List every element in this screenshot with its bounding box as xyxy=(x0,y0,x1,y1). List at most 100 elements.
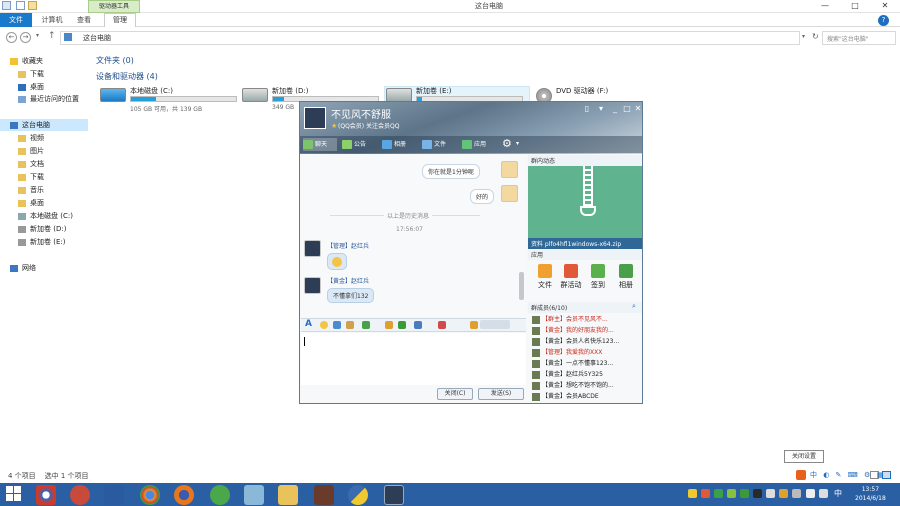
nav-drive-d[interactable]: 新加卷 (D:) xyxy=(18,223,66,235)
tab-computer[interactable]: 计算机 xyxy=(38,13,66,27)
nav-desktop[interactable]: 桌面 xyxy=(18,81,44,93)
my-avatar[interactable] xyxy=(501,161,518,178)
python-icon[interactable] xyxy=(348,485,368,505)
close-chat-button[interactable]: 关闭(C) xyxy=(437,388,473,400)
send-button[interactable]: 发送(S) xyxy=(478,388,524,400)
up-button[interactable]: ↑ xyxy=(48,31,56,41)
shake-icon[interactable] xyxy=(333,321,341,329)
nav-network[interactable]: 网络 xyxy=(10,262,36,274)
member-item[interactable]: 【黄金】赵红兵5Y325 xyxy=(532,369,636,380)
member-item[interactable]: 【黄金】想吃不饱不饱的... xyxy=(532,380,636,391)
tab-file[interactable]: 文件 xyxy=(0,13,32,27)
qq-tab-chat[interactable]: 聊天 xyxy=(303,138,337,151)
nav-downloads-pc[interactable]: 下载 xyxy=(18,171,44,183)
forward-button[interactable]: → xyxy=(20,32,31,43)
member-item[interactable]: 【黄金】一点不懂事123... xyxy=(532,358,636,369)
taskbar-app-icon[interactable] xyxy=(104,485,124,505)
app-activity[interactable]: 群活动 xyxy=(558,264,584,290)
image-icon[interactable] xyxy=(398,321,406,329)
qq-tab-album[interactable]: 相册 xyxy=(382,138,416,151)
recent-locations-icon[interactable]: ▾ xyxy=(36,32,39,39)
group-avatar[interactable] xyxy=(304,107,326,129)
tray-icon[interactable] xyxy=(753,489,762,498)
qq-close-button[interactable]: ✕ xyxy=(633,104,642,114)
taskbar-app-icon[interactable] xyxy=(210,485,230,505)
chrome-icon[interactable] xyxy=(140,485,160,505)
gift-icon[interactable] xyxy=(438,321,446,329)
taskbar-app-icon[interactable] xyxy=(314,485,334,505)
qq-tab-files[interactable]: 文件 xyxy=(422,138,456,151)
speaker-icon[interactable] xyxy=(792,489,801,498)
member-item[interactable]: 【黄金】会员人名快乐123... xyxy=(532,336,636,347)
system-clock[interactable]: 13:57 2014/6/18 xyxy=(855,485,886,503)
nav-favorites[interactable]: 收藏夹 xyxy=(10,55,43,67)
tray-icon[interactable] xyxy=(779,489,788,498)
tray-icon[interactable] xyxy=(688,489,697,498)
group-devices[interactable]: 设备和驱动器 (4) xyxy=(96,71,158,82)
chevron-down-icon[interactable]: ▾ xyxy=(516,140,519,147)
tray-icon[interactable] xyxy=(740,489,749,498)
nav-videos[interactable]: 视频 xyxy=(18,132,44,144)
member-item[interactable]: 【管理】我爱我的XXX xyxy=(532,347,636,358)
member-item[interactable]: 【黄金】我的好朋友我的... xyxy=(532,325,636,336)
sender-name[interactable]: 【管理】赵红兵 xyxy=(327,241,369,250)
file-explorer-icon[interactable] xyxy=(278,485,298,505)
nav-pictures[interactable]: 图片 xyxy=(18,145,44,157)
tray-icon[interactable] xyxy=(766,489,775,498)
search-icon[interactable]: ⌕ xyxy=(632,302,636,311)
taskbar-app-icon[interactable] xyxy=(244,485,264,505)
tray-icon[interactable] xyxy=(727,489,736,498)
nav-drive-c[interactable]: 本地磁盘 (C:) xyxy=(18,210,73,222)
nav-music[interactable]: 音乐 xyxy=(18,184,44,196)
sender-avatar[interactable] xyxy=(304,240,321,257)
taskbar-app-icon[interactable] xyxy=(36,485,56,505)
nav-drive-e[interactable]: 新加卷 (E:) xyxy=(18,236,65,248)
history-icon[interactable] xyxy=(470,321,478,329)
screenshot-icon[interactable] xyxy=(362,321,370,329)
address-bar[interactable] xyxy=(60,31,800,45)
nav-downloads[interactable]: 下载 xyxy=(18,68,44,80)
app-album[interactable]: 相册 xyxy=(613,264,639,290)
tab-manage[interactable]: 管理 xyxy=(104,13,136,27)
chat-scrollbar[interactable] xyxy=(519,272,524,300)
member-item[interactable]: 【群主】会员不见风不... xyxy=(532,314,636,325)
group-folders[interactable]: 文件夹 (0) xyxy=(96,55,134,66)
action-center-icon[interactable] xyxy=(819,489,828,498)
qq-skin-icon[interactable]: ▯ xyxy=(582,104,592,114)
qq-group-taskbar-icon[interactable] xyxy=(384,485,404,505)
close-button[interactable]: ✕ xyxy=(875,0,895,12)
nav-recent[interactable]: 最近访问的位置 xyxy=(18,93,79,105)
qq-menu-icon[interactable]: ▾ xyxy=(596,104,606,114)
sender-name[interactable]: 【黄金】赵红兵 xyxy=(327,276,369,285)
file-info[interactable]: 资料 plfo4hfl1windows-x64.zip xyxy=(528,238,642,249)
group-news-header[interactable]: 群内动态 xyxy=(528,155,642,166)
help-icon[interactable]: ? xyxy=(878,15,889,26)
sogou-icon[interactable] xyxy=(796,470,806,480)
group-name[interactable]: 不见风不舒服 xyxy=(331,106,391,121)
member-item[interactable]: 【黄金】会员ABCDE xyxy=(532,391,636,402)
new-folder-icon[interactable] xyxy=(28,1,37,10)
nav-documents[interactable]: 文档 xyxy=(18,158,44,170)
my-avatar[interactable] xyxy=(501,185,518,202)
sender-avatar[interactable] xyxy=(304,277,321,294)
qq-minimize-button[interactable]: _ xyxy=(610,104,620,114)
drive-c[interactable]: 本地磁盘 (C:) 105 GB 可用，共 139 GB xyxy=(100,86,240,116)
tray-icon[interactable] xyxy=(714,489,723,498)
network-icon[interactable] xyxy=(806,489,815,498)
back-button[interactable]: ← xyxy=(6,32,17,43)
start-button[interactable] xyxy=(6,486,22,502)
message-record-button[interactable] xyxy=(480,320,510,329)
music-icon[interactable] xyxy=(385,321,393,329)
doodle-icon[interactable] xyxy=(346,321,354,329)
address-dropdown-icon[interactable]: ▾ xyxy=(802,33,805,40)
qq-maximize-button[interactable]: □ xyxy=(622,104,632,114)
taskbar-app-icon[interactable] xyxy=(70,485,90,505)
qq-tab-apps[interactable]: 应用 xyxy=(462,138,496,151)
app-checkin[interactable]: 签到 xyxy=(585,264,611,290)
gear-icon[interactable]: ⚙ xyxy=(502,137,512,150)
firefox-icon[interactable] xyxy=(174,485,194,505)
minimize-button[interactable]: — xyxy=(815,0,835,12)
message-input[interactable] xyxy=(301,333,526,385)
font-icon[interactable]: A xyxy=(305,319,312,329)
tab-view[interactable]: 查看 xyxy=(72,13,96,27)
